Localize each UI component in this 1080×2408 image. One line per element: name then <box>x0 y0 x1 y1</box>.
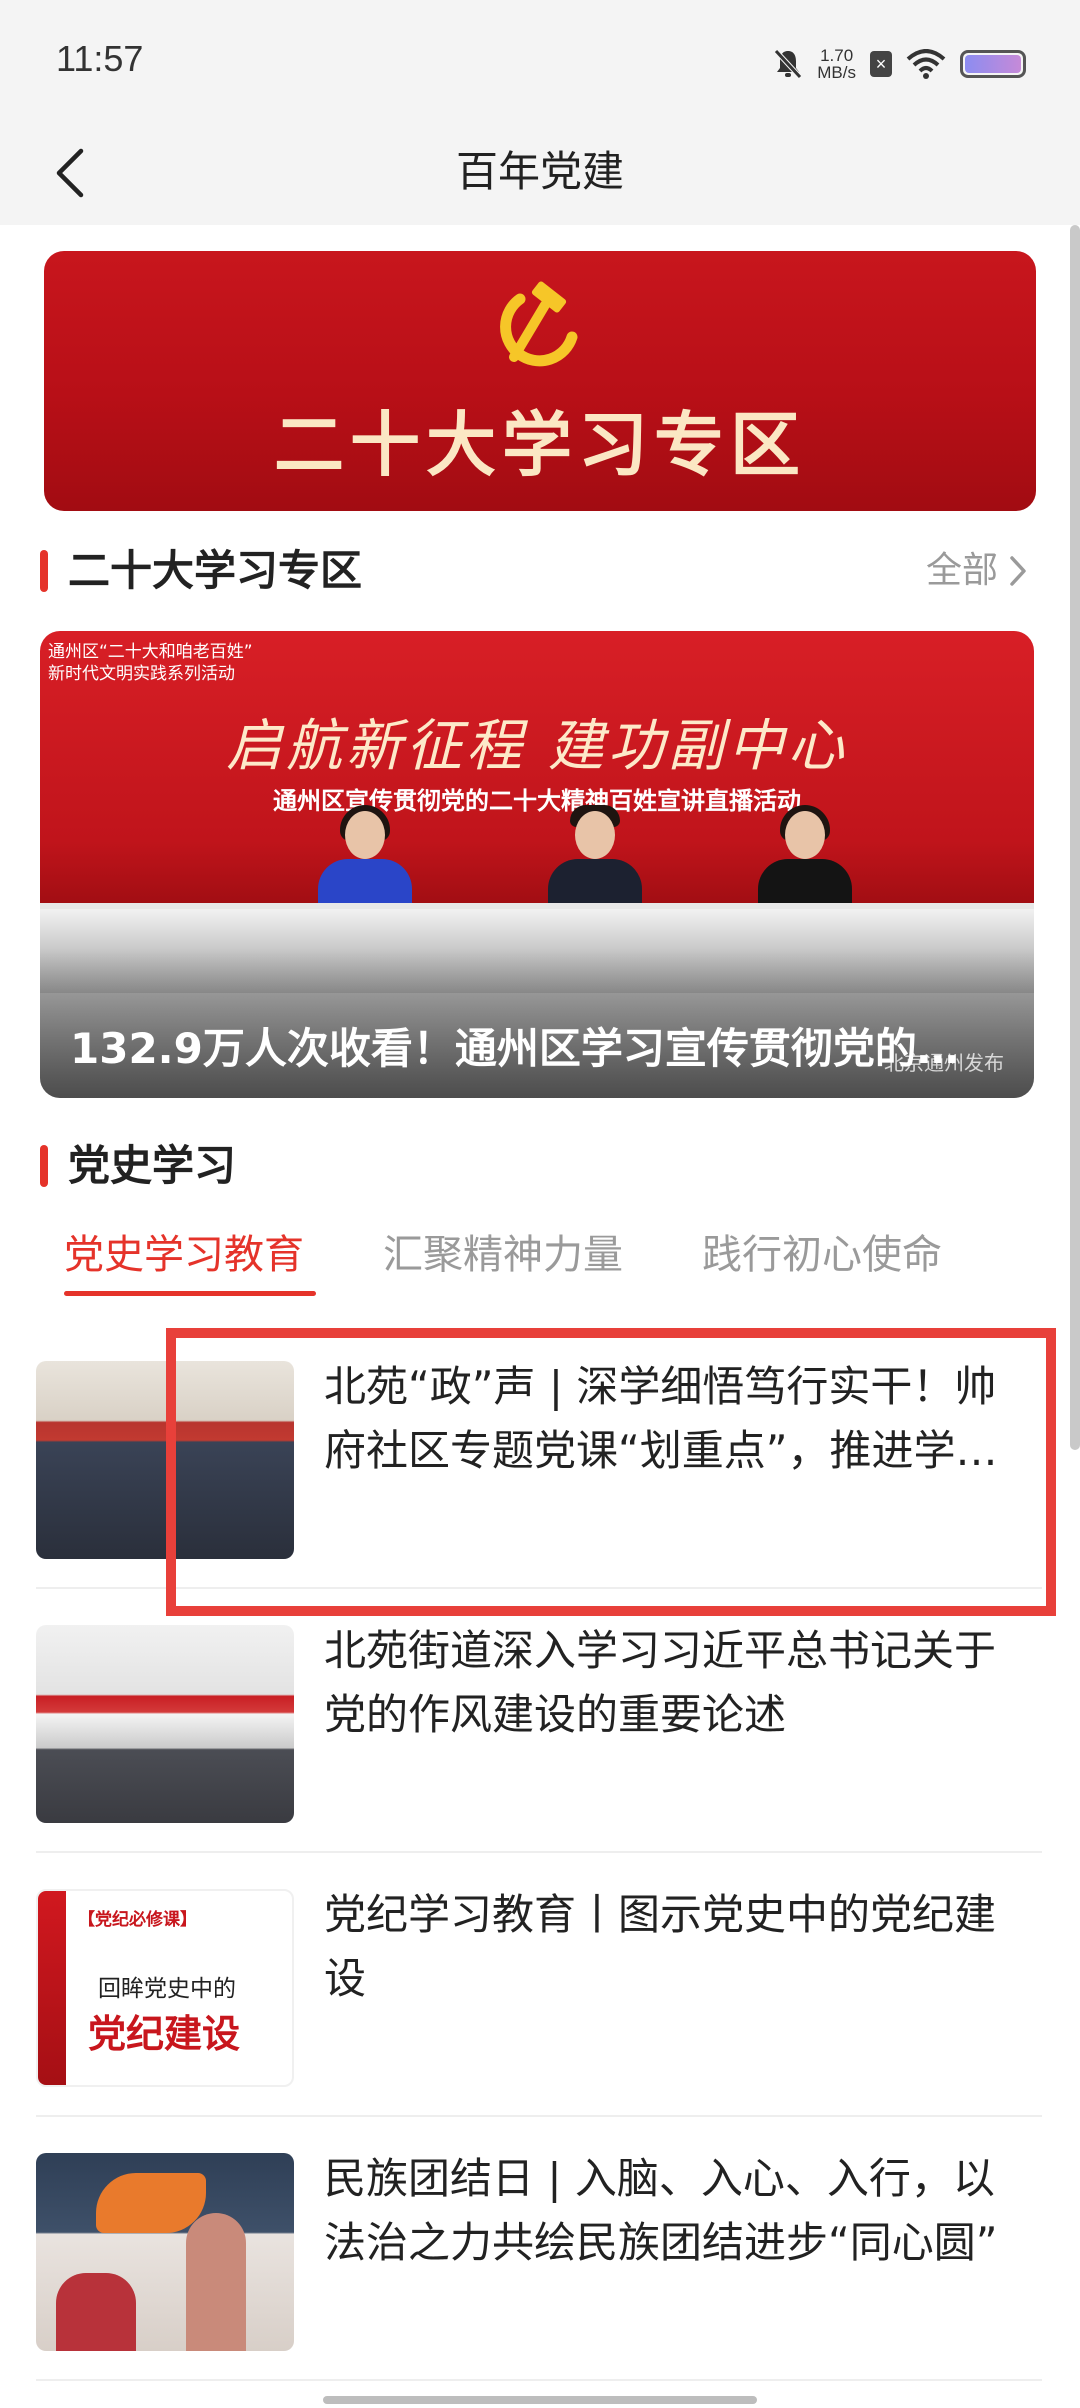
net-speed-value: 1.70 <box>820 46 854 65</box>
thumb-red-edge <box>38 1891 66 2085</box>
net-speed-unit: MB/s <box>817 63 856 82</box>
study-zone-banner[interactable]: 二十大学习专区 <box>44 251 1036 511</box>
news-thumbnail <box>36 1361 294 1559</box>
stage-slogan: 启航新征程 建功副中心 <box>226 714 848 779</box>
battery-level <box>965 55 1021 73</box>
news-thumbnail <box>36 2153 294 2351</box>
nav-bar: 百年党建 <box>0 120 1080 225</box>
news-title: 民族团结日 | 入脑、入心、入行，以法治之力共绘民族团结进步“同心圆” <box>324 2154 998 2267</box>
party-history-header: 党史学习 <box>40 1131 1040 1201</box>
category-tabs: 党史学习教育 汇聚精神力量 践行初心使命 <box>40 1225 1040 1305</box>
news-title: 北苑街道深入学习习近平总书记关于党的作风建设的重要论述 <box>324 1626 997 1739</box>
battery-icon <box>960 50 1026 78</box>
news-title: 党纪学习教育丨图示党史中的党纪建设 <box>324 1890 997 2003</box>
content-area[interactable]: 二十大学习专区 二十大学习专区 全部 通州区“二十大和咱老百姓” 新时代文明实践… <box>0 225 1080 2408</box>
thumb-line2: 党纪建设 <box>88 2012 241 2056</box>
chevron-right-icon <box>1010 556 1026 586</box>
wifi-icon <box>906 49 946 79</box>
mute-icon <box>774 49 803 79</box>
hammer-sickle-icon <box>500 281 578 367</box>
stage-top-text: 通州区“二十大和咱老百姓” 新时代文明实践系列活动 <box>48 641 253 685</box>
news-item[interactable]: 【党纪必修课】 回眸党史中的 党纪建设 党纪学习教育丨图示党史中的党纪建设 <box>36 1853 1042 2117</box>
tab-party-history-education[interactable]: 党史学习教育 <box>64 1225 304 1285</box>
news-item[interactable]: 北苑街道深入学习习近平总书记关于党的作风建设的重要论述 <box>36 1589 1042 1853</box>
section-accent-bar <box>40 1145 48 1187</box>
feature-caption: 132.9万人次收看！通州区学习宣传贯彻党的… <box>70 1024 959 1073</box>
news-thumbnail: 【党纪必修课】 回眸党史中的 党纪建设 <box>36 1889 294 2087</box>
thumb-tag: 【党纪必修课】 <box>78 1910 197 1930</box>
active-tab-indicator <box>64 1291 316 1296</box>
tab-gather-spiritual-strength[interactable]: 汇聚精神力量 <box>383 1225 623 1285</box>
stage-top-text-line1: 通州区“二十大和咱老百姓” <box>48 642 253 662</box>
home-indicator[interactable] <box>323 2396 757 2404</box>
news-item[interactable]: 民族团结日 | 入脑、入心、入行，以法治之力共绘民族团结进步“同心圆” <box>36 2117 1042 2381</box>
news-title: 北苑“政”声 | 深学细悟笃行实干！帅府社区专题党课“划重点”，推进学习教育走深… <box>324 1362 998 1475</box>
news-item[interactable]: 北苑“政”声 | 深学细悟笃行实干！帅府社区专题党课“划重点”，推进学习教育走深… <box>36 1325 1042 1589</box>
thumb-figure <box>186 2213 246 2351</box>
view-all-label: 全部 <box>925 550 998 591</box>
thumb-mural <box>96 2173 206 2233</box>
news-thumbnail <box>36 1625 294 1823</box>
page-title: 百年党建 <box>455 147 624 196</box>
party-history-title: 党史学习 <box>68 1141 237 1190</box>
feature-news-card[interactable]: 通州区“二十大和咱老百姓” 新时代文明实践系列活动 启航新征程 建功副中心 通州… <box>40 631 1034 1098</box>
scrollbar[interactable] <box>1070 225 1080 1450</box>
view-all-button[interactable]: 全部 <box>926 536 1028 606</box>
net-speed: 1.70 MB/s <box>817 47 856 81</box>
thumb-figure <box>56 2273 136 2351</box>
banner-title: 二十大学习专区 <box>274 404 806 486</box>
status-bar: 11:57 1.70 MB/s × <box>0 0 1080 120</box>
study-zone-header: 二十大学习专区 全部 <box>40 536 1040 606</box>
feature-watermark: 北京通州发布 <box>884 1051 1004 1075</box>
study-zone-title: 二十大学习专区 <box>68 546 363 595</box>
stage-subtitle: 通州区宣传贯彻党的二十大精神百姓宣讲直播活动 <box>273 787 801 815</box>
close-badge-icon: × <box>870 51 892 77</box>
section-accent-bar <box>40 550 48 592</box>
stage-top-text-line2: 新时代文明实践系列活动 <box>48 664 235 684</box>
status-time: 11:57 <box>56 38 144 79</box>
status-icons: 1.70 MB/s × <box>773 44 1026 84</box>
tab-practice-original-mission[interactable]: 践行初心使命 <box>702 1225 942 1285</box>
thumb-line1: 回眸党史中的 <box>98 1976 236 2002</box>
